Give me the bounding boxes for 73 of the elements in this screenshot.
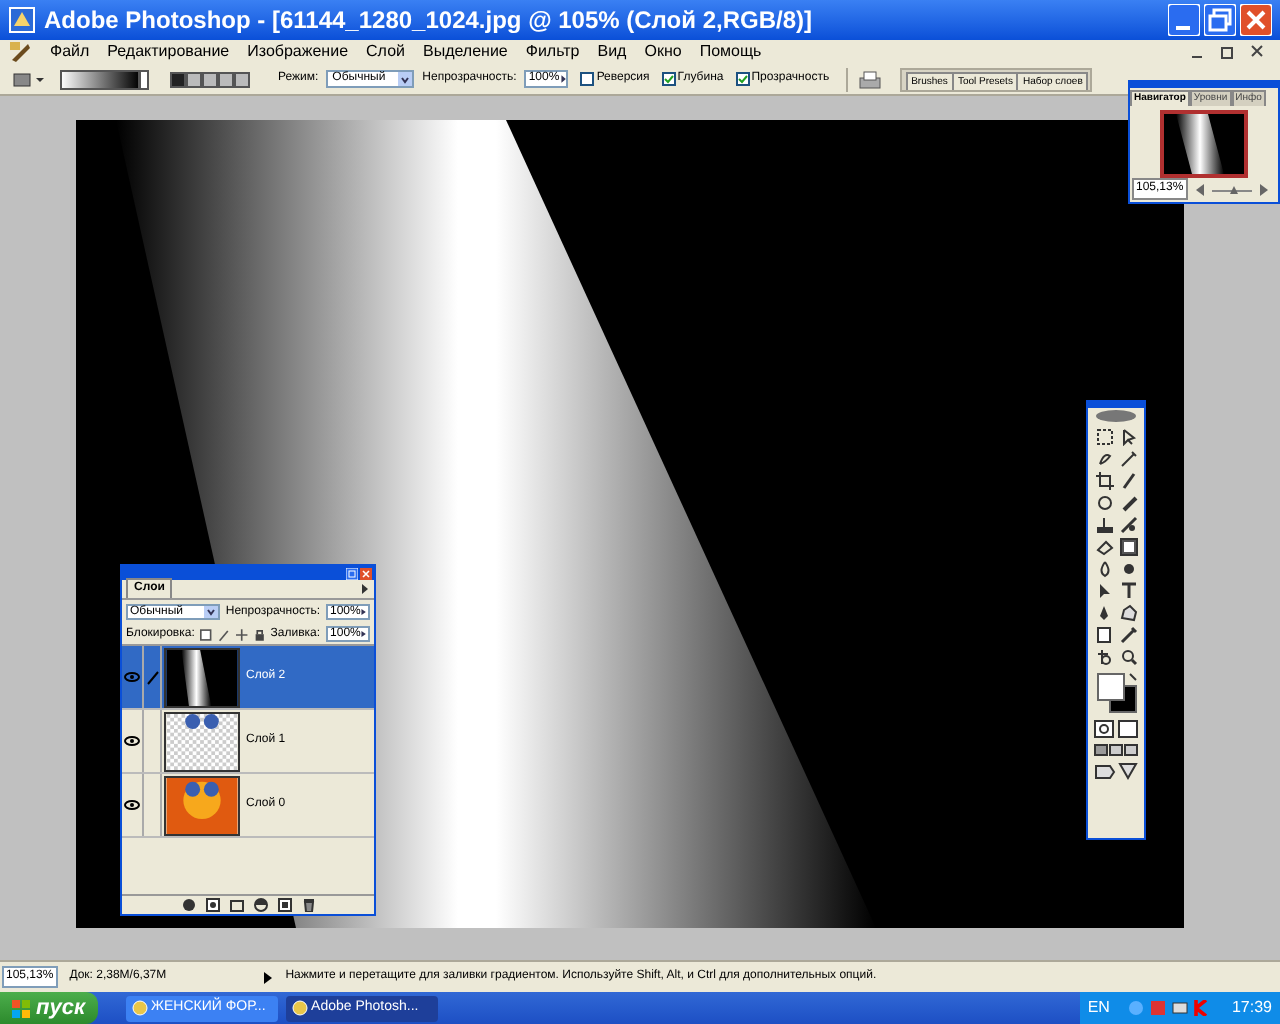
minimize-icon[interactable] (1168, 4, 1200, 36)
gradient-picker[interactable] (60, 69, 150, 89)
brush-icon (145, 669, 159, 685)
layer-thumbnail (164, 647, 240, 707)
eye-icon[interactable] (124, 736, 140, 746)
menu-item[interactable]: Окно (644, 40, 682, 64)
windows-logo-icon (12, 999, 30, 1017)
menu-item[interactable]: Фильтр (525, 40, 580, 64)
tool-icon[interactable] (1119, 582, 1137, 600)
gradient-tool-icon[interactable] (12, 69, 46, 89)
layer-thumbnail (164, 775, 240, 835)
zoom-out-icon[interactable] (1193, 181, 1206, 197)
folder-icon[interactable] (229, 898, 243, 912)
doc-close-icon[interactable] (1250, 44, 1264, 60)
move-icon[interactable] (235, 627, 248, 641)
new-layer-icon[interactable] (277, 898, 291, 912)
tool-icon[interactable] (1095, 516, 1113, 534)
tool-icon[interactable] (1119, 516, 1137, 534)
play-arrow-icon[interactable] (261, 969, 274, 985)
menu-item[interactable]: Файл (50, 40, 90, 64)
checkbox[interactable] (580, 72, 595, 86)
menu-item[interactable]: Редактирование (107, 40, 230, 64)
mask-icon[interactable] (205, 898, 219, 912)
restore-icon[interactable] (1204, 4, 1236, 36)
checkbox[interactable] (735, 72, 750, 86)
gradient-type-button[interactable] (218, 71, 234, 87)
panel-menu-icon[interactable] (360, 582, 370, 596)
menu-item[interactable]: Вид (597, 40, 627, 64)
checkbox[interactable] (661, 72, 676, 86)
window-title: Adobe Photoshop - [61144_1280_1024.jpg @ 105% (Слой 2,RGB/8)] (44, 4, 812, 38)
zoom-slider-thumb[interactable] (1230, 185, 1239, 193)
menu-item[interactable]: Слой (366, 40, 405, 64)
close-icon[interactable] (1240, 4, 1272, 36)
tool-icon[interactable] (1095, 472, 1113, 490)
app-menu-icon[interactable] (8, 40, 32, 64)
doc-restore-icon[interactable] (1220, 44, 1234, 60)
tool-icon[interactable] (1119, 626, 1137, 644)
app-icon (131, 1000, 148, 1016)
lock-transparency-icon[interactable] (200, 627, 213, 641)
menu-item[interactable]: Изображение (247, 40, 349, 64)
menu-item[interactable]: Выделение (422, 40, 508, 64)
app-icon (8, 6, 36, 34)
app-icon (291, 1000, 308, 1016)
jump-to-icon[interactable] (1094, 762, 1138, 780)
brush-icon[interactable] (218, 627, 230, 641)
gradient-type-button[interactable] (202, 71, 218, 87)
close-icon[interactable] (360, 567, 372, 579)
tool-icon[interactable] (1119, 648, 1137, 666)
layer-thumbnail (164, 711, 240, 771)
language-indicator[interactable]: EN (1087, 996, 1110, 1020)
clock: 17:39 (1231, 996, 1272, 1020)
tool-icon[interactable] (1119, 450, 1137, 468)
gradient-type-button[interactable] (170, 71, 186, 87)
tool-icon[interactable] (1095, 648, 1113, 666)
color-swatches-icon[interactable] (1095, 672, 1137, 714)
lock-icon[interactable] (253, 627, 265, 641)
eye-icon[interactable] (124, 800, 140, 810)
screen-mode-icon[interactable] (1094, 744, 1138, 756)
gradient-type-button[interactable] (186, 71, 202, 87)
arrow-icon (559, 72, 567, 86)
dropdown-arrow-icon (398, 72, 413, 86)
gradient-type-button[interactable] (234, 71, 250, 87)
layer-style-icon[interactable] (181, 898, 195, 912)
menu-item[interactable]: Помощь (699, 40, 762, 64)
tool-icon[interactable] (1119, 428, 1137, 446)
printer-icon[interactable] (855, 67, 884, 91)
dropdown-arrow-icon (203, 606, 218, 618)
quick-mask-icon[interactable] (1094, 720, 1138, 738)
adjustment-layer-icon[interactable] (253, 898, 267, 912)
trash-icon[interactable] (301, 898, 315, 912)
monitor-icon[interactable] (1171, 1000, 1188, 1016)
restore-icon[interactable] (346, 567, 358, 579)
zoom-in-icon[interactable] (1257, 181, 1270, 197)
